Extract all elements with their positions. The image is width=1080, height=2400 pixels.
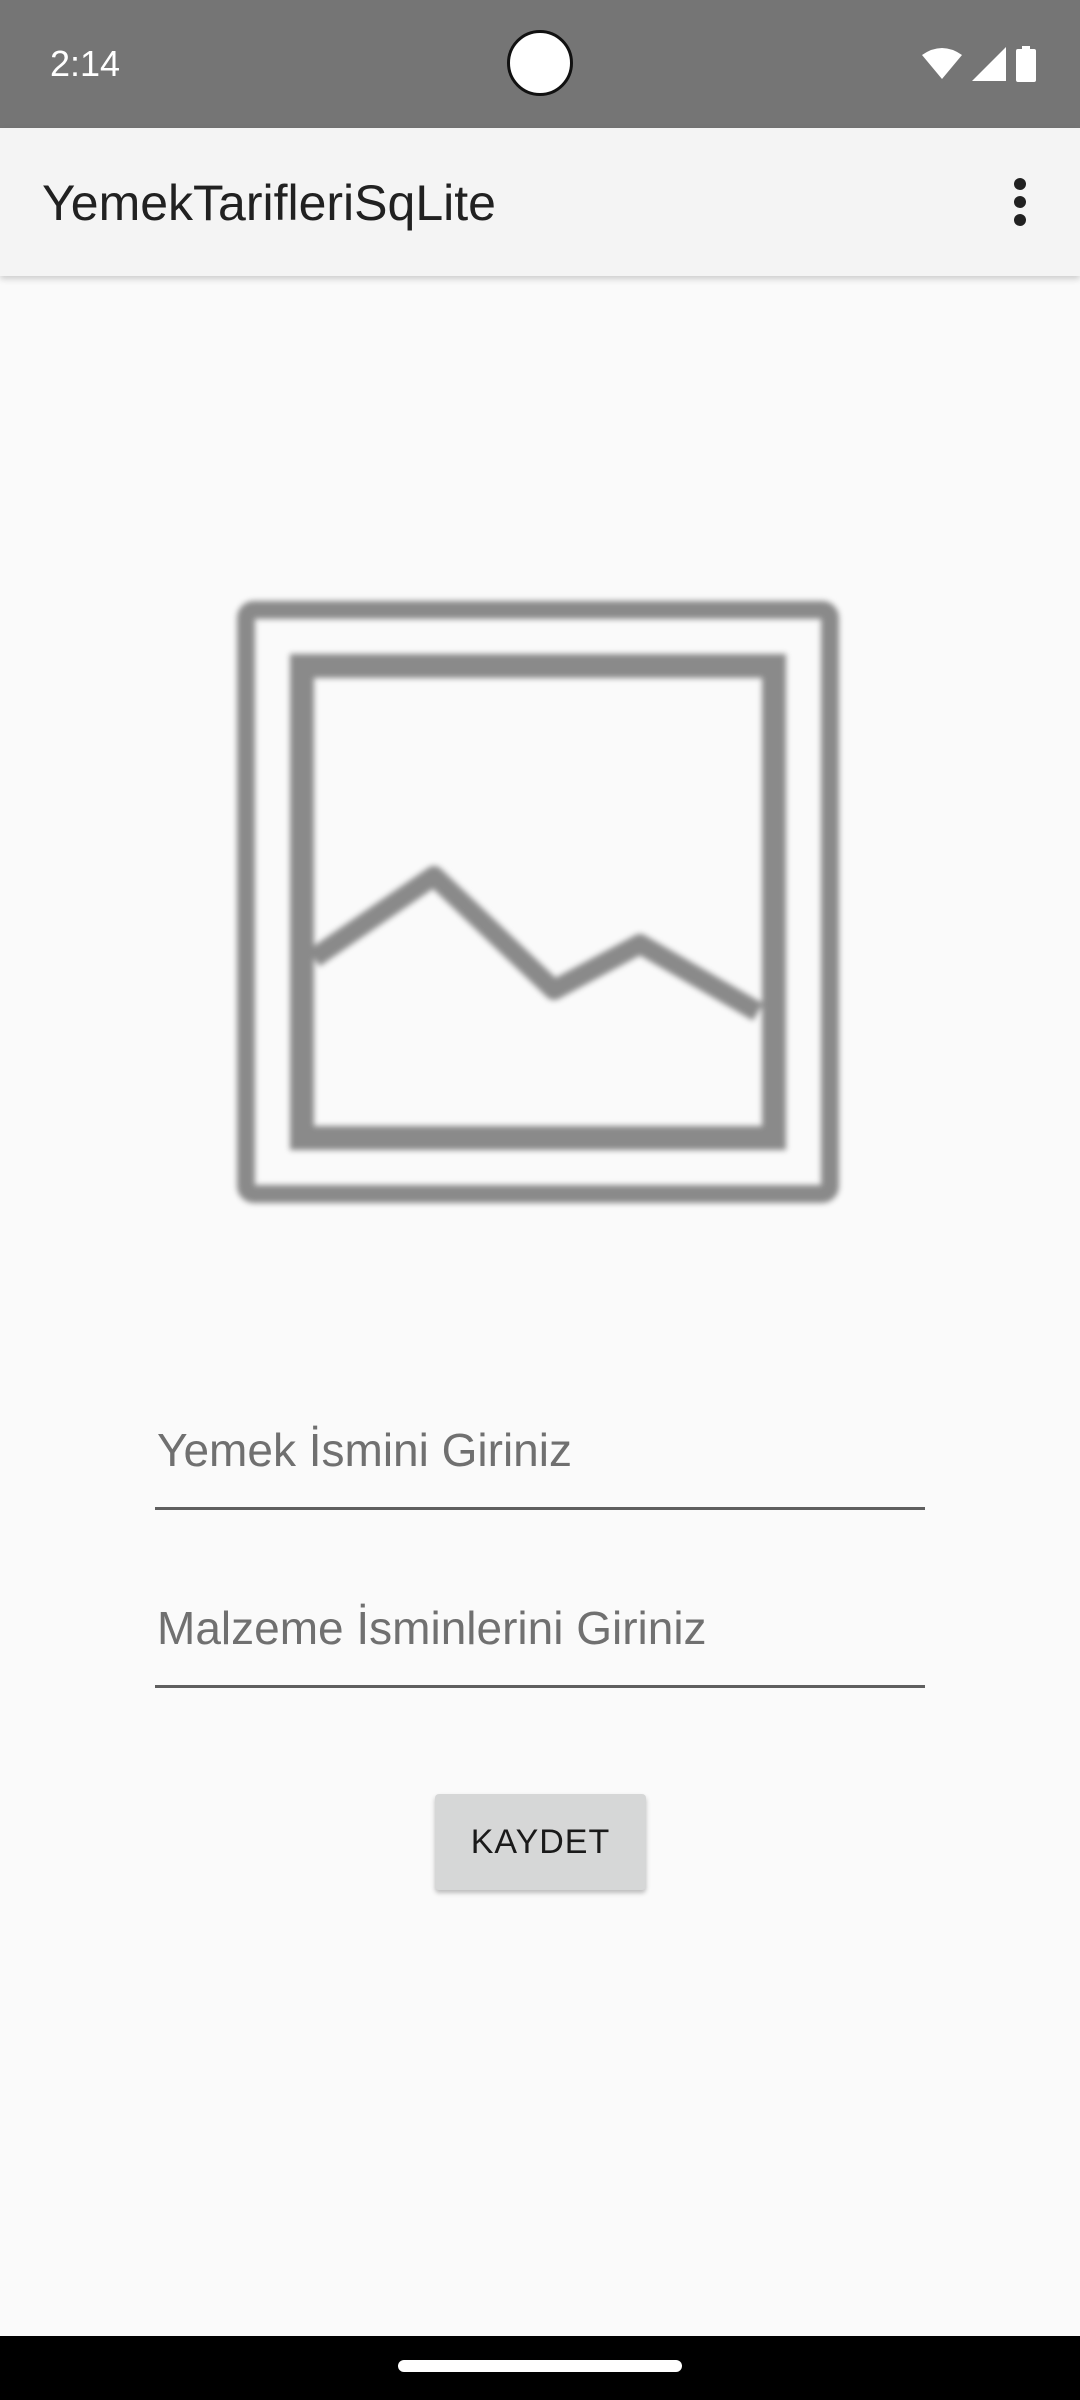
app-bar: YemekTarifleriSqLite	[0, 128, 1080, 276]
status-time: 2:14	[50, 43, 121, 84]
navigation-bar	[0, 2336, 1080, 2400]
status-bar: 2:14	[0, 0, 1080, 128]
camera-cutout	[507, 30, 573, 96]
ingredients-input[interactable]	[155, 1578, 925, 1688]
wifi-icon	[922, 47, 962, 81]
battery-icon	[1016, 46, 1036, 82]
screen: 2:14 YemekTarifleriSqLite Yemek İsmini G…	[0, 0, 1080, 2400]
app-title: YemekTarifleriSqLite	[42, 175, 496, 231]
home-handle[interactable]	[398, 2360, 682, 2372]
save-button[interactable]: KAYDET	[435, 1794, 646, 1890]
signal-icon	[972, 47, 1006, 81]
image-placeholder-icon[interactable]	[236, 600, 840, 1204]
food-name-input[interactable]	[155, 1400, 925, 1510]
status-icons	[922, 44, 1036, 84]
more-vert-icon[interactable]	[980, 162, 1060, 242]
